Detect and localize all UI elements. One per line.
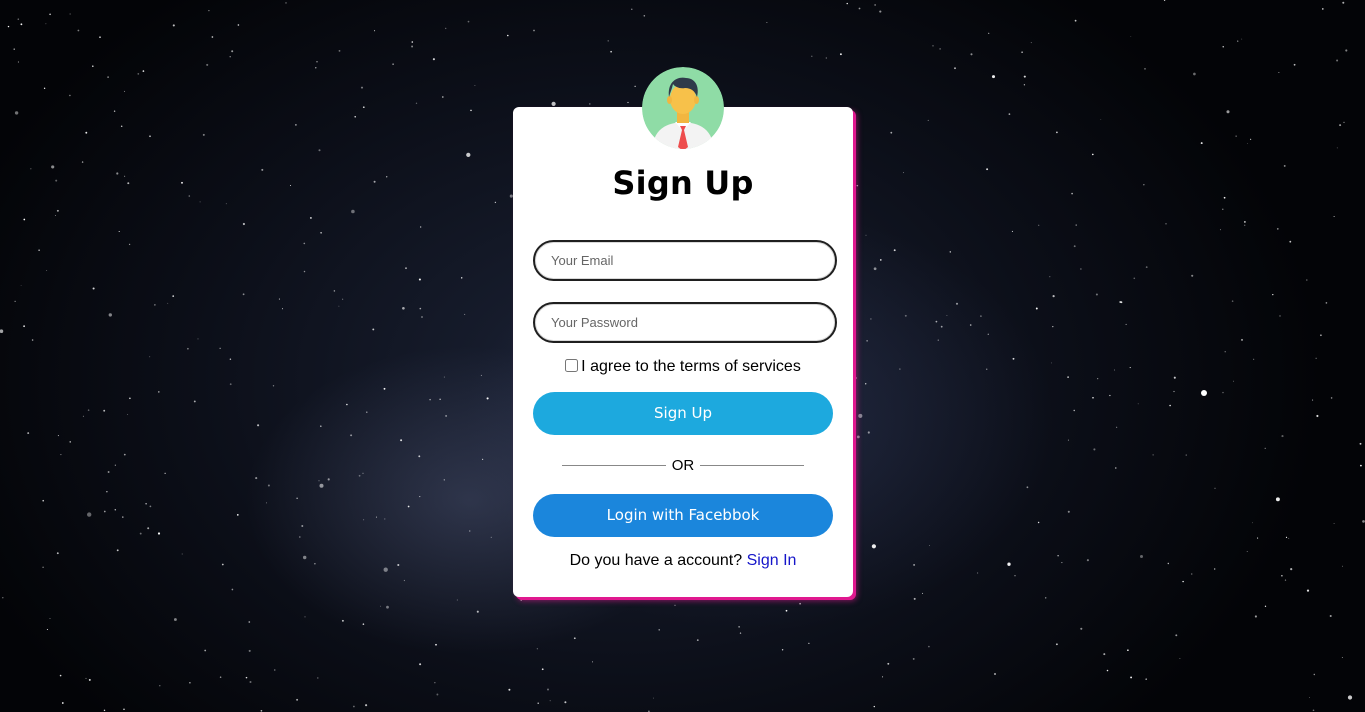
password-field[interactable] [533,302,837,343]
signup-card: Sign Up I agree to the terms of services… [513,67,853,597]
divider-line-right [700,464,804,466]
user-avatar-icon [642,67,724,149]
email-field[interactable] [533,240,837,281]
sign-in-link[interactable]: Sign In [747,552,797,569]
facebook-login-button[interactable]: Login with Facebbok [533,494,833,537]
or-divider: OR [562,456,804,474]
terms-row: I agree to the terms of services [513,358,853,376]
account-prompt-row: Do you have a account? Sign In [513,552,853,570]
divider-text: OR [671,456,695,474]
page-title: Sign Up [612,164,754,202]
divider-line-left [562,464,666,466]
account-prompt: Do you have a account? [569,552,743,569]
sign-up-button[interactable]: Sign Up [533,392,833,435]
terms-label: I agree to the terms of services [581,358,801,375]
terms-checkbox[interactable] [565,359,579,372]
